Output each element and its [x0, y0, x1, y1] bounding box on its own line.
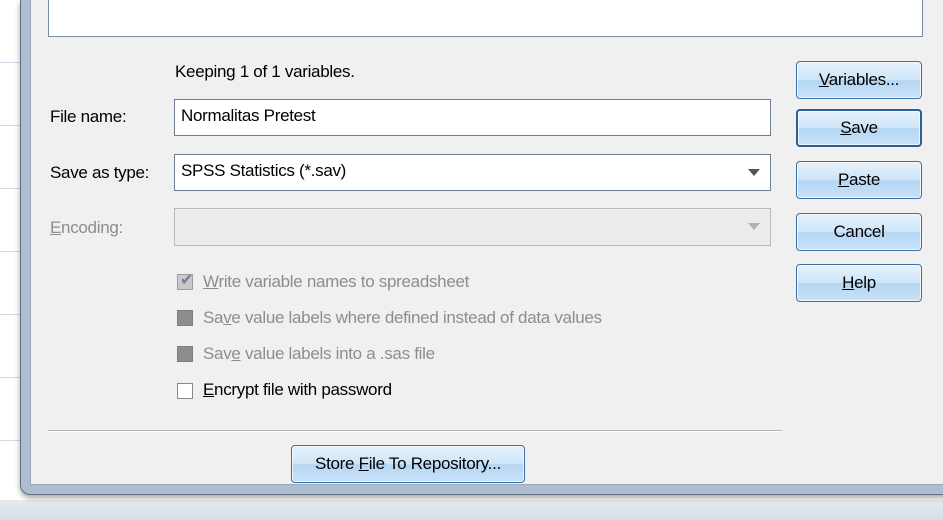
background-statusbar — [0, 500, 943, 520]
save-button[interactable]: Save — [796, 109, 922, 147]
chevron-down-icon — [748, 223, 760, 230]
variables-button[interactable]: Variables... — [796, 61, 922, 99]
save-value-labels-label: Save value labels where defined instead … — [203, 308, 602, 327]
help-button[interactable]: Help — [796, 264, 922, 302]
save-sas-labels-label: Save value labels into a .sas file — [203, 344, 435, 363]
separator — [48, 430, 782, 432]
write-variable-names-label: Write variable names to spreadsheet — [203, 272, 470, 291]
save-value-labels-checkbox[interactable] — [177, 310, 193, 326]
chevron-down-icon[interactable] — [748, 169, 760, 176]
save-as-type-value: SPSS Statistics (*.sav) — [181, 161, 347, 180]
encoding-label: Encoding: — [50, 218, 123, 237]
write-variable-names-checkbox[interactable]: ✔ — [177, 272, 194, 290]
encrypt-file-checkbox[interactable] — [177, 383, 193, 399]
file-name-label: File name: — [50, 107, 127, 126]
checkmark-icon: ✔ — [180, 272, 194, 289]
cancel-button[interactable]: Cancel — [796, 213, 922, 251]
file-name-value: Normalitas Pretest — [181, 106, 316, 125]
save-as-type-label: Save as type: — [50, 163, 150, 182]
folder-list[interactable] — [48, 0, 923, 37]
encoding-select[interactable] — [174, 208, 771, 246]
store-file-to-repository-button[interactable]: Store File To Repository... — [291, 445, 525, 483]
paste-button[interactable]: Paste — [796, 161, 922, 199]
file-name-input[interactable]: Normalitas Pretest — [174, 99, 771, 136]
keeping-variables-status: Keeping 1 of 1 variables. — [175, 62, 355, 81]
save-as-type-select[interactable]: SPSS Statistics (*.sav) — [174, 154, 771, 191]
save-sas-labels-checkbox[interactable] — [177, 346, 193, 362]
encrypt-file-label[interactable]: Encrypt file with password — [203, 380, 392, 400]
